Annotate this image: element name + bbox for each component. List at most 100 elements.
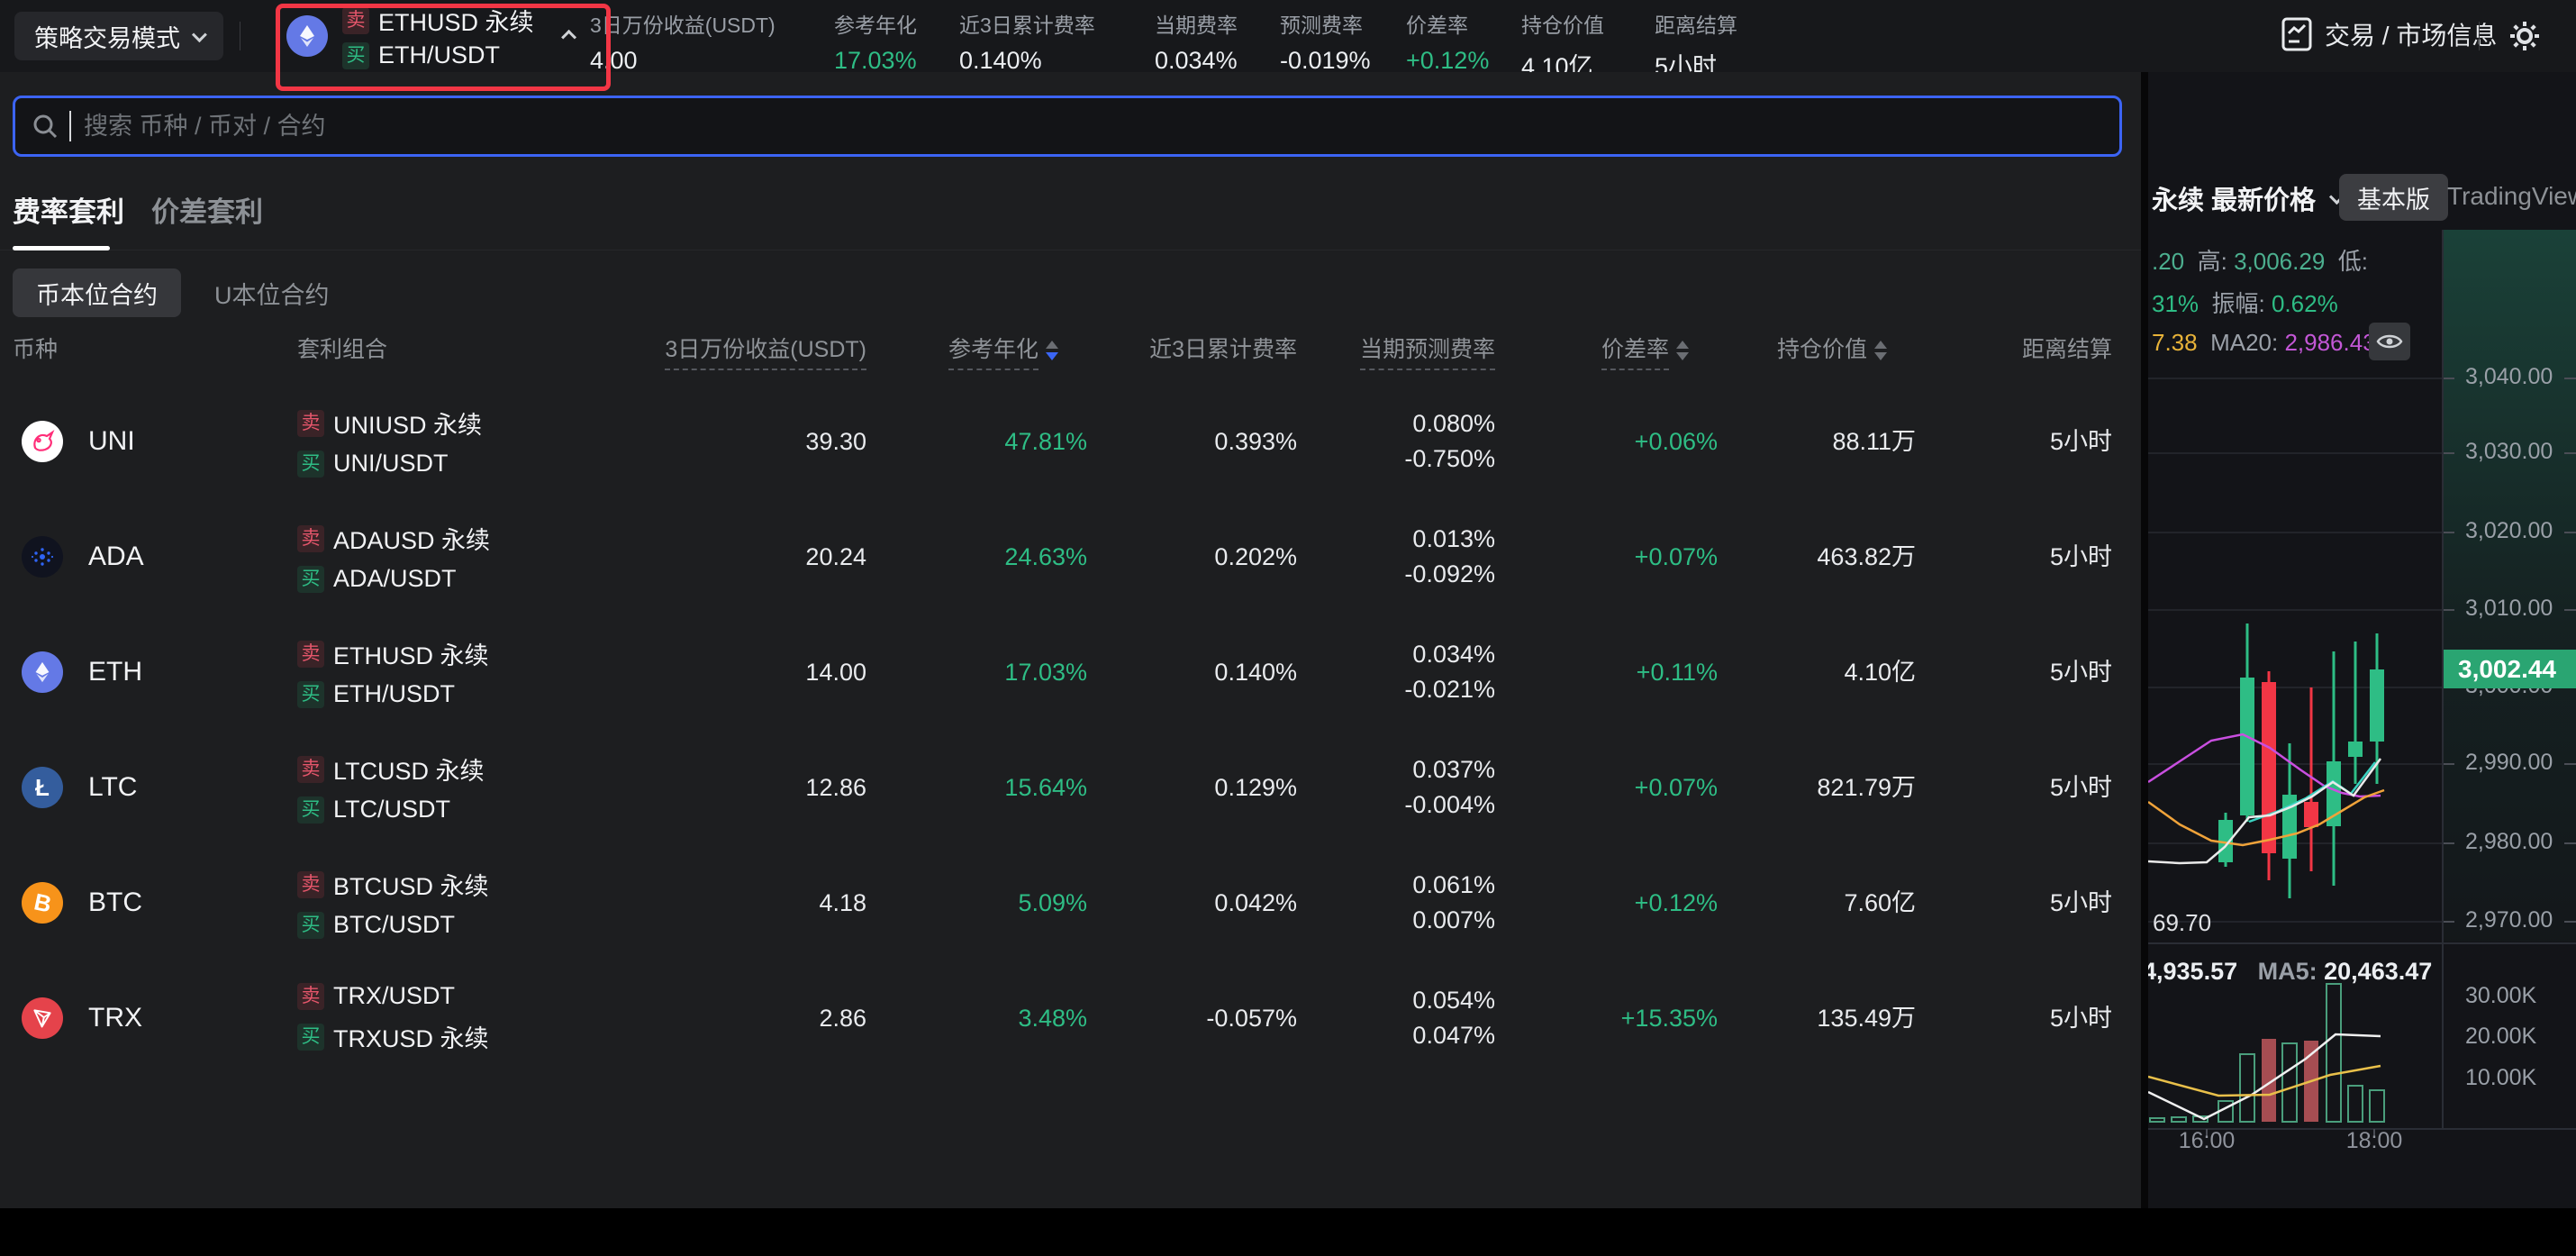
subtab-coin-margined[interactable]: 币本位合约 bbox=[13, 268, 181, 317]
sell-badge: 卖 bbox=[297, 525, 324, 552]
ltc-icon: Ł bbox=[22, 767, 63, 808]
price-axis-label: 3,020.00 bbox=[2465, 518, 2553, 544]
tab-rate-arbitrage[interactable]: 费率套利 bbox=[13, 189, 124, 230]
price-axis-label: 3,040.00 bbox=[2465, 364, 2553, 390]
coin-name: BTC bbox=[88, 887, 142, 918]
price-axis-label: 3,010.00 bbox=[2465, 596, 2553, 622]
table-row-trx[interactable]: TRX 卖TRX/USDT 买TRXUSD 永续 2.86 3.48% -0.0… bbox=[0, 960, 2148, 1076]
buy-pair-label: ETH/USDT bbox=[378, 41, 500, 69]
coin-name: UNI bbox=[88, 426, 135, 457]
table-row-eth[interactable]: ETH 卖ETHUSD 永续 买ETH/USDT 14.00 17.03% 0.… bbox=[0, 614, 2148, 730]
table-row-uni[interactable]: UNI 卖UNIUSD 永续 买UNI/USDT 39.30 47.81% 0.… bbox=[0, 384, 2148, 499]
buy-leg: ETH/USDT bbox=[333, 680, 455, 708]
ma-info-line: 7.38 MA20: 2,986.43 bbox=[2152, 329, 2376, 357]
chevron-up-icon bbox=[561, 30, 576, 45]
sell-badge: 卖 bbox=[297, 410, 324, 437]
ohlc-info-line1: .20 高: 3,006.29 低: bbox=[2152, 243, 2368, 277]
stat-spread: 价差率+0.12% bbox=[1406, 8, 1489, 75]
settle-value: 5小时 bbox=[1824, 614, 2112, 730]
buy-leg: LTC/USDT bbox=[333, 796, 450, 824]
settle-value: 5小时 bbox=[1824, 384, 2112, 499]
sell-pair-label: ETHUSD 永续 bbox=[378, 3, 534, 38]
settle-value: 5小时 bbox=[1824, 960, 2112, 1076]
price-mode-dropdown[interactable]: 永续 最新价格 bbox=[2152, 179, 2341, 217]
buy-badge: 买 bbox=[297, 681, 324, 708]
search-bar[interactable] bbox=[13, 96, 2122, 157]
subtab-usdt-margined[interactable]: U本位合约 bbox=[191, 268, 353, 317]
divider bbox=[2479, 22, 2480, 50]
sell-badge: 卖 bbox=[297, 641, 324, 668]
volume-info-line: 4,935.57 MA5: 20,463.47 bbox=[2148, 958, 2432, 986]
buy-leg: BTC/USDT bbox=[333, 911, 455, 939]
volume-axis-label: 10.00K bbox=[2465, 1065, 2536, 1091]
low-info-fragment: 69.70 bbox=[2153, 909, 2211, 937]
stat-apr: 参考年化17.03% bbox=[834, 8, 917, 75]
stat-cum: 近3日累计费率0.140% bbox=[959, 8, 1095, 75]
search-input[interactable] bbox=[84, 113, 2103, 141]
price-axis-label: 2,990.00 bbox=[2465, 750, 2553, 776]
sell-badge: 卖 bbox=[297, 756, 324, 783]
last-price-tag: 3,002.44 bbox=[2444, 650, 2576, 688]
text-cursor bbox=[69, 111, 71, 141]
chart-document-icon bbox=[2281, 17, 2312, 51]
strategy-mode-button[interactable]: 策略交易模式 bbox=[14, 12, 223, 60]
sell-leg: LTCUSD 永续 bbox=[333, 751, 485, 787]
price-axis-label: 3,030.00 bbox=[2465, 439, 2553, 465]
table-row-btc[interactable]: B BTC 卖BTCUSD 永续 买BTC/USDT 4.18 5.09% 0.… bbox=[0, 845, 2148, 960]
panel-edge-gap bbox=[2141, 72, 2148, 1208]
gear-icon[interactable] bbox=[2507, 18, 2543, 54]
coin-name: ETH bbox=[88, 657, 142, 687]
table-header-row: 币种 套利组合 3日万份收益(USDT) 参考年化 近3日累计费率 当期预测费率… bbox=[0, 332, 2148, 369]
top-bar: 策略交易模式 卖 ETHUSD 永续 买 ETH/USDT bbox=[0, 0, 2576, 72]
stat-income: 3日万份收益(USDT)4.00 bbox=[590, 8, 776, 75]
strategy-mode-label: 策略交易模式 bbox=[34, 19, 180, 54]
buy-badge: 买 bbox=[342, 42, 369, 69]
settle-value: 5小时 bbox=[1824, 730, 2112, 845]
volume-axis-label: 20.00K bbox=[2465, 1024, 2536, 1050]
settle-value: 5小时 bbox=[1824, 499, 2112, 614]
col-combo: 套利组合 bbox=[297, 332, 387, 364]
coin-name: LTC bbox=[88, 772, 137, 803]
eth-icon bbox=[22, 651, 63, 693]
table-row-ada[interactable]: ADA 卖ADAUSD 永续 买ADA/USDT 20.24 24.63% 0.… bbox=[0, 499, 2148, 614]
sell-badge: 卖 bbox=[297, 983, 324, 1010]
tab-tradingview[interactable]: TradingView bbox=[2447, 182, 2576, 211]
col-coin: 币种 bbox=[13, 332, 58, 364]
trx-icon bbox=[22, 997, 63, 1039]
ohlc-info-line2: 31% 振幅: 0.62% bbox=[2152, 286, 2338, 319]
sell-leg: UNIUSD 永续 bbox=[333, 405, 482, 441]
btc-icon: B bbox=[22, 882, 63, 924]
stat-pred: 预测费率-0.019% bbox=[1280, 8, 1371, 75]
buy-badge: 买 bbox=[297, 566, 324, 593]
chart-region: 永续 最新价格 基本版 TradingView .20 高: 3,006.29 … bbox=[2148, 72, 2576, 1208]
stat-current: 当期费率0.034% bbox=[1155, 8, 1238, 75]
sell-badge: 卖 bbox=[297, 871, 324, 898]
coin-name: ADA bbox=[88, 542, 144, 572]
arbitrage-panel: 费率套利 价差套利 币本位合约 U本位合约 币种 套利组合 3日万份收益(USD… bbox=[0, 72, 2148, 1208]
tab-basic-chart[interactable]: 基本版 bbox=[2339, 174, 2448, 221]
settle-value: 5小时 bbox=[1824, 845, 2112, 960]
eye-icon[interactable] bbox=[2369, 323, 2410, 360]
col-settle: 距离结算 bbox=[1824, 332, 2112, 364]
buy-badge: 买 bbox=[297, 451, 324, 478]
market-info-label: 交易 / 市场信息 bbox=[2325, 16, 2497, 52]
buy-leg: ADA/USDT bbox=[333, 565, 457, 593]
stat-position: 持仓价值4.10亿 bbox=[1521, 8, 1604, 82]
price-axis-label: 2,970.00 bbox=[2465, 907, 2553, 933]
tab-spread-arbitrage[interactable]: 价差套利 bbox=[151, 189, 263, 230]
uni-icon bbox=[22, 421, 63, 462]
table-row-ltc[interactable]: Ł LTC 卖LTCUSD 永续 买LTC/USDT 12.86 15.64% … bbox=[0, 730, 2148, 845]
app-root: 策略交易模式 卖 ETHUSD 永续 买 ETH/USDT bbox=[0, 0, 2576, 1256]
market-info-link[interactable]: 交易 / 市场信息 bbox=[2281, 16, 2497, 52]
buy-badge: 买 bbox=[297, 796, 324, 824]
price-axis-label: 2,980.00 bbox=[2465, 829, 2553, 855]
buy-leg: UNI/USDT bbox=[333, 450, 449, 478]
ada-icon bbox=[22, 536, 63, 578]
chevron-down-icon bbox=[192, 27, 207, 42]
volume-axis-label: 30.00K bbox=[2465, 983, 2536, 1009]
sell-badge: 卖 bbox=[342, 7, 369, 34]
eth-icon bbox=[286, 15, 328, 57]
coin-name: TRX bbox=[88, 1003, 142, 1033]
pair-selector[interactable]: 卖 ETHUSD 永续 买 ETH/USDT bbox=[286, 2, 576, 70]
active-tab-underline bbox=[13, 246, 110, 250]
